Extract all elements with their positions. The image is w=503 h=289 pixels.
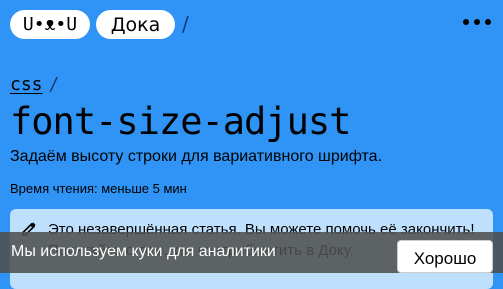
- site-header: U•ᴥ•U Дока /: [10, 10, 493, 40]
- logo-link[interactable]: U•ᴥ•U: [10, 10, 90, 39]
- breadcrumb-separator: /: [48, 74, 60, 95]
- cookie-banner: Мы используем куки для аналитики Хорошо: [0, 232, 503, 273]
- menu-dot: [474, 19, 480, 25]
- site-name: Дока: [110, 13, 161, 36]
- breadcrumb-section-link[interactable]: css: [10, 74, 43, 95]
- header-separator: /: [182, 12, 189, 36]
- more-dots-icon[interactable]: [463, 19, 491, 25]
- reading-time: Время чтения: меньше 5 мин: [10, 181, 187, 196]
- menu-dot: [463, 19, 469, 25]
- cookie-message: Мы используем куки для аналитики: [11, 243, 276, 260]
- accept-cookies-button[interactable]: Хорошо: [397, 240, 493, 273]
- page-title: font-size-adjust: [10, 100, 351, 143]
- site-name-link[interactable]: Дока: [96, 10, 175, 39]
- article-description: Задаём высоту строки для вариативного шр…: [10, 148, 383, 165]
- breadcrumb: css /: [10, 74, 59, 95]
- logo-text: U•ᴥ•U: [22, 13, 78, 35]
- menu-dot: [485, 19, 491, 25]
